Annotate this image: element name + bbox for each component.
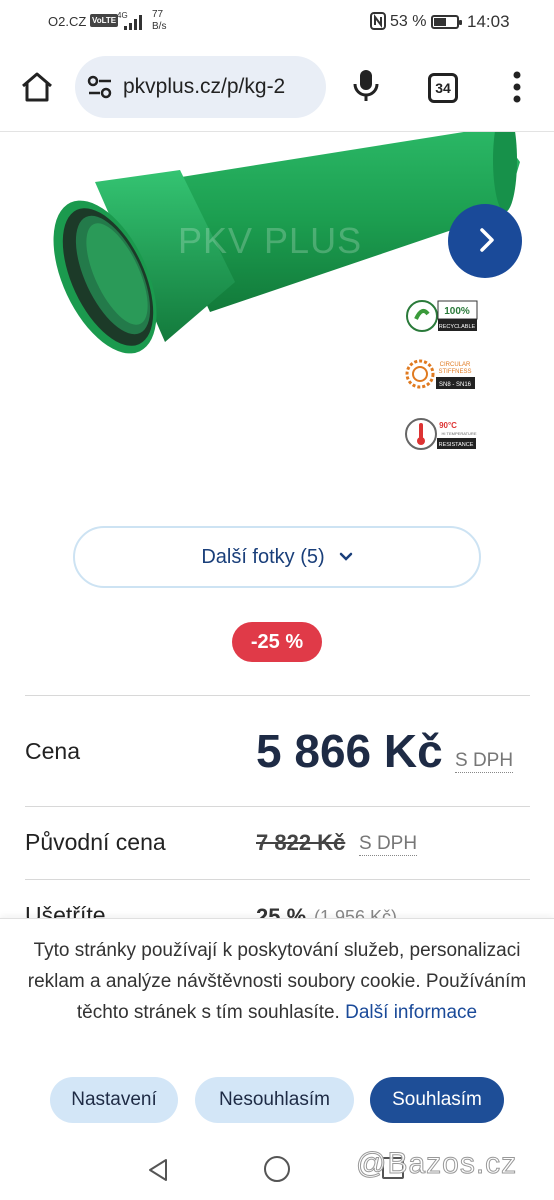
more-photos-button[interactable]: Další fotky (5): [73, 526, 481, 588]
speed-value: 77: [152, 9, 164, 20]
url-text: pkvplus.cz/p/kg-2: [123, 75, 286, 98]
chevron-right-icon: [480, 227, 494, 252]
discount-badge: -25 %: [232, 622, 322, 662]
status-bar: O2.CZ VoLTE 4G 77 B/s 53 % 14:03: [0, 0, 554, 44]
volte-indicator: VoLTE: [90, 14, 119, 27]
badge-1-line2: RECYCLABLE: [439, 324, 476, 330]
battery-percent: 53 %: [390, 13, 427, 30]
badge-3-line1b: HI TEMPERATURE: [442, 431, 477, 436]
badge-1-line1: 100%: [444, 306, 470, 317]
system-nav-bar: @Bazos.cz: [0, 1140, 554, 1200]
clock: 14:03: [467, 12, 510, 31]
more-vert-icon[interactable]: [510, 70, 524, 104]
badge-3-line1: 90°C: [439, 421, 457, 430]
site-settings-icon[interactable]: [87, 75, 113, 99]
image-watermark: PKV PLUS: [178, 220, 363, 261]
divider: [25, 879, 530, 880]
recycle-icon: 100% RECYCLABLE: [406, 300, 478, 332]
network-speed: 77 B/s: [152, 9, 166, 33]
price-value: 5 866 Kč: [256, 725, 443, 777]
decline-button[interactable]: Nesouhlasím: [195, 1077, 354, 1123]
product-gallery[interactable]: PKV PLUS 100% RECYCLABLE CIRCULAR STIFFN…: [0, 132, 554, 512]
thermometer-icon: 90°C HI TEMPERATURE RESISTANCE: [405, 418, 477, 450]
tabs-button[interactable]: 34: [428, 73, 458, 103]
battery-icon: [431, 15, 462, 29]
divider: [25, 806, 530, 807]
chevron-down-icon: [339, 552, 352, 561]
home-icon[interactable]: [19, 69, 55, 105]
original-price-value: 7 822 Kč: [256, 830, 346, 855]
speed-unit: B/s: [152, 21, 167, 32]
nfc-icon: [370, 12, 386, 30]
browser-toolbar: pkvplus.cz/p/kg-2 34: [0, 44, 554, 132]
price-label: Cena: [25, 738, 80, 764]
original-price-vat[interactable]: S DPH: [359, 833, 418, 856]
badge-2-line1b: STIFFNESS: [438, 369, 471, 375]
badge-2-line2: SN8 - SN16: [439, 382, 472, 388]
cookie-message: Tyto stránky používají k poskytování slu…: [14, 935, 540, 1028]
next-image-button[interactable]: [448, 204, 522, 278]
original-price-label: Původní cena: [25, 829, 166, 855]
signal-icon: [124, 15, 142, 30]
home-nav-icon[interactable]: [264, 1156, 290, 1182]
back-icon[interactable]: [146, 1157, 170, 1183]
price-vat[interactable]: S DPH: [455, 750, 514, 773]
badge-3-line2: RESISTANCE: [439, 442, 474, 448]
carrier-name: O2.CZ: [48, 14, 87, 29]
accept-button[interactable]: Souhlasím: [370, 1077, 504, 1123]
address-bar[interactable]: pkvplus.cz/p/kg-2: [75, 56, 326, 118]
more-photos-label: Další fotky (5): [201, 545, 325, 568]
stiffness-icon: CIRCULAR STIFFNESS SN8 - SN16: [405, 359, 475, 389]
badge-2-line1: CIRCULAR: [440, 362, 471, 368]
more-info-link[interactable]: Další informace: [345, 1002, 477, 1023]
settings-button[interactable]: Nastavení: [50, 1077, 178, 1123]
cookie-banner: Tyto stránky používají k poskytování slu…: [0, 918, 554, 1140]
divider: [25, 695, 530, 696]
microphone-icon[interactable]: [352, 68, 380, 104]
bazos-watermark: @Bazos.cz: [355, 1147, 518, 1181]
